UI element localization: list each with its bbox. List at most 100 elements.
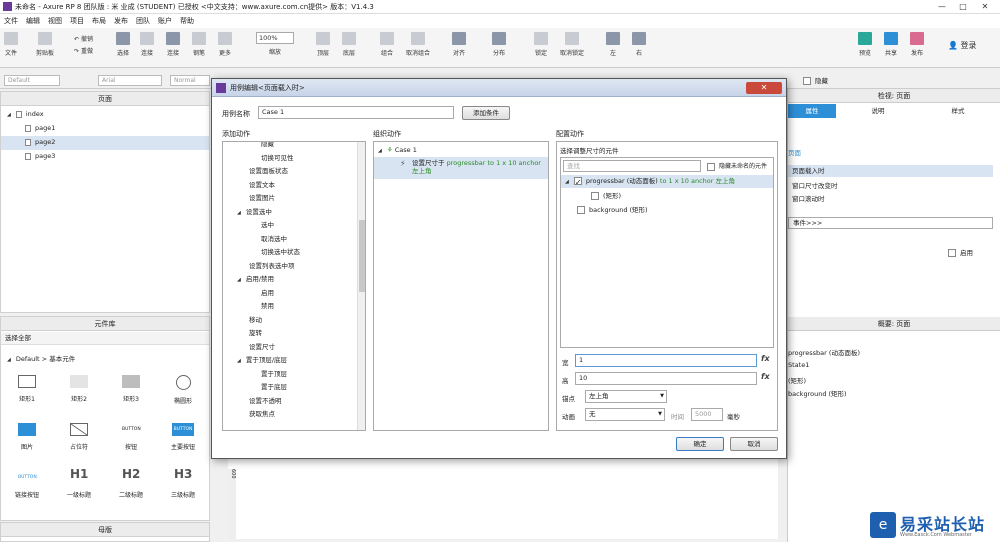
- unlock-tool[interactable]: 取消锁定: [560, 32, 584, 57]
- widget-row-rectangle[interactable]: (矩形): [591, 190, 621, 200]
- close-window-button[interactable]: ✕: [977, 0, 993, 13]
- connect-tool[interactable]: 连接: [140, 32, 154, 57]
- hide-unnamed-row[interactable]: 隐藏未命名的元件: [707, 161, 767, 171]
- select-tool[interactable]: 选择: [116, 32, 130, 57]
- menu-view[interactable]: 视图: [44, 14, 66, 28]
- widget-h3[interactable]: H3 三级标题: [161, 467, 205, 499]
- case-name-input[interactable]: Case 1: [258, 106, 454, 119]
- menu-account[interactable]: 账户: [154, 14, 176, 28]
- tab-style[interactable]: 样式: [938, 104, 978, 118]
- outline-item[interactable]: (矩形): [788, 375, 806, 385]
- library-category[interactable]: ◢ Default > 基本元件: [7, 353, 75, 363]
- page-tree-item[interactable]: page1: [25, 124, 55, 132]
- action-item[interactable]: 切换可见性: [261, 152, 294, 162]
- pen-tool[interactable]: 钢笔: [192, 32, 206, 57]
- top-tool[interactable]: 顶层: [316, 32, 330, 57]
- page-tree-item[interactable]: page3: [25, 152, 55, 160]
- widget-rectangle2[interactable]: 矩形2: [57, 375, 101, 403]
- action-item[interactable]: 置于顶层: [261, 368, 287, 378]
- more-tool[interactable]: 更多: [218, 32, 232, 57]
- page-tree-item-selected[interactable]: page2: [1, 136, 209, 150]
- event-window-scroll[interactable]: 窗口滚动时: [792, 193, 825, 203]
- action-item[interactable]: 设置尺寸: [249, 341, 275, 351]
- outline-item[interactable]: progressbar (动态面板): [788, 347, 860, 357]
- action-item[interactable]: 设置图片: [249, 192, 275, 202]
- action-item[interactable]: 隐藏: [261, 142, 274, 148]
- minimize-button[interactable]: —: [934, 0, 950, 13]
- distribute-tool[interactable]: 分布: [492, 32, 506, 57]
- zoom-control[interactable]: 100% 缩放: [256, 32, 294, 56]
- action-item[interactable]: 切换选中状态: [261, 246, 300, 256]
- width-input[interactable]: 1: [575, 354, 757, 367]
- menu-layout[interactable]: 布局: [88, 14, 110, 28]
- more-events-select[interactable]: 事件>>>: [788, 217, 993, 229]
- style-select[interactable]: Default: [4, 75, 60, 86]
- widget-checkbox-checked[interactable]: [573, 176, 582, 189]
- widget-h2[interactable]: H2 二级标题: [109, 467, 153, 499]
- menu-edit[interactable]: 编辑: [22, 14, 44, 28]
- font-select[interactable]: Arial: [98, 75, 162, 86]
- library-select[interactable]: 选择全部: [1, 332, 209, 345]
- widget-row-background[interactable]: background (矩形): [577, 204, 648, 214]
- event-window-resize[interactable]: 窗口尺寸改变时: [792, 180, 838, 190]
- weight-select[interactable]: Normal: [170, 75, 210, 86]
- action-item[interactable]: 设置不透明: [249, 395, 282, 405]
- action-item[interactable]: 移动: [249, 314, 262, 324]
- height-input[interactable]: 10: [575, 372, 757, 385]
- widget-image[interactable]: 图片: [5, 423, 49, 451]
- anchor-select[interactable]: 左上角 ▼: [585, 390, 667, 403]
- widget-ellipse[interactable]: 椭圆形: [161, 375, 205, 405]
- action-item[interactable]: 旋转: [249, 327, 262, 337]
- hide-checkbox[interactable]: [803, 77, 811, 85]
- publish-button[interactable]: 发布: [910, 32, 924, 57]
- share-button[interactable]: 共享: [884, 32, 898, 57]
- widget-h1[interactable]: H1 一级标题: [57, 467, 101, 499]
- animation-select[interactable]: 无 ▼: [585, 408, 665, 421]
- action-item[interactable]: 禁用: [261, 300, 274, 310]
- widget-primary-button[interactable]: BUTTON 主要按钮: [161, 423, 205, 451]
- dialog-close-button[interactable]: ✕: [746, 82, 782, 94]
- widget-button[interactable]: BUTTON 按钮: [109, 423, 153, 451]
- group-tool[interactable]: 组合: [380, 32, 394, 57]
- outline-item[interactable]: State1: [788, 361, 809, 369]
- cancel-button[interactable]: 取消: [730, 437, 778, 451]
- widget-placeholder[interactable]: 占位符: [57, 423, 101, 451]
- right-tool[interactable]: 右: [632, 32, 646, 57]
- widget-checkbox[interactable]: [591, 192, 599, 200]
- enable-checkbox[interactable]: [948, 249, 956, 257]
- enable-toggle[interactable]: 启用: [948, 247, 973, 257]
- lock-tool[interactable]: 锁定: [534, 32, 548, 57]
- action-item[interactable]: 置于底层: [261, 381, 287, 391]
- widget-link-button[interactable]: BUTTON 链接按钮: [5, 471, 49, 499]
- outline-item[interactable]: background (矩形): [788, 388, 847, 398]
- tab-notes[interactable]: 说明: [858, 104, 898, 118]
- action-list-scrollbar[interactable]: [357, 142, 365, 430]
- file-tool[interactable]: 文件: [4, 32, 18, 57]
- action-item[interactable]: ◢ 置于顶层/底层: [237, 354, 287, 364]
- redo-tool[interactable]: ↷ 重做: [74, 46, 93, 55]
- connect-tool-2[interactable]: 连接: [166, 32, 180, 57]
- zoom-select[interactable]: 100%: [256, 32, 294, 44]
- tab-properties[interactable]: 属性: [788, 104, 836, 118]
- ungroup-tool[interactable]: 取消组合: [406, 32, 430, 57]
- left-tool[interactable]: 左: [606, 32, 620, 57]
- scroll-thumb[interactable]: [359, 220, 365, 292]
- action-item[interactable]: 启用: [261, 287, 274, 297]
- widget-checkbox[interactable]: [577, 206, 585, 214]
- height-fx-button[interactable]: fx: [761, 372, 770, 381]
- hide-unnamed-checkbox[interactable]: [707, 162, 715, 171]
- menu-team[interactable]: 团队: [132, 14, 154, 28]
- bottom-tool[interactable]: 底层: [342, 32, 356, 57]
- preview-button[interactable]: 预览: [858, 32, 872, 57]
- action-item[interactable]: 选中: [261, 219, 274, 229]
- page-tree-item[interactable]: ◢ index: [7, 110, 44, 118]
- action-item[interactable]: 设置列表选中项: [249, 260, 295, 270]
- action-item[interactable]: ◢ 启用/禁用: [237, 273, 274, 283]
- widget-row-progressbar[interactable]: ◢progressbar (动态面板) to 1 x 10 anchor 左上角: [561, 175, 773, 189]
- add-condition-button[interactable]: 添加条件: [462, 106, 510, 120]
- time-input[interactable]: 5000: [691, 408, 723, 421]
- case-action-item[interactable]: ⚡ 设置尺寸于 progressbar to 1 x 10 anchor 左上角: [374, 157, 548, 179]
- maximize-button[interactable]: □: [955, 0, 971, 13]
- undo-tool[interactable]: ↶ 撤销: [74, 34, 93, 43]
- menu-project[interactable]: 项目: [66, 14, 88, 28]
